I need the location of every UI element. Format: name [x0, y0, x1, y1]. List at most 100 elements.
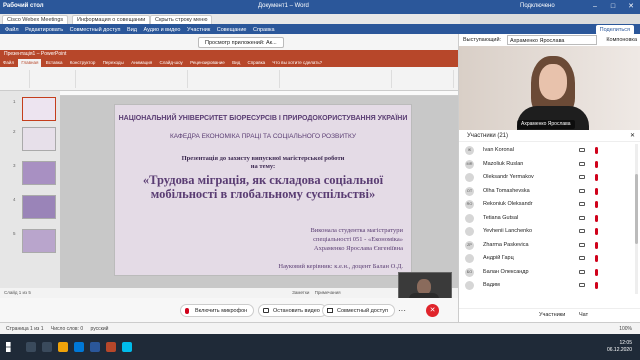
notes-button[interactable]: Заметки — [292, 290, 309, 295]
shared-powerpoint: Презентація1 – PowerPoint Файл Главная В… — [0, 50, 458, 298]
ribbon-group-paragraph[interactable] — [190, 70, 280, 88]
ppt-tab-view[interactable]: Вид — [229, 59, 243, 67]
end-meeting-button[interactable]: ✕ — [426, 304, 439, 317]
close-icon[interactable]: ✕ — [630, 130, 635, 142]
search-icon[interactable] — [26, 342, 36, 352]
avatar: БО — [465, 267, 474, 277]
avatar — [465, 173, 474, 182]
word-status-bar: Страница 1 из 1 Число слов: 0 русский 10… — [0, 322, 640, 334]
app-name: Рабочий стол — [3, 3, 44, 9]
powerpoint-icon[interactable] — [106, 342, 116, 352]
layout-button[interactable]: Компоновка — [606, 34, 637, 46]
slide-thumb[interactable] — [22, 161, 56, 185]
camera-icon — [579, 269, 585, 274]
ppt-title-bar: Презентація1 – PowerPoint — [0, 50, 458, 59]
ppt-tab-design[interactable]: Конструктор — [67, 59, 99, 67]
muted-microphone-icon — [595, 255, 598, 262]
edge-icon[interactable] — [74, 342, 84, 352]
current-slide[interactable]: НАЦІОНАЛЬНИЙ УНІВЕРСИТЕТ БІОРЕСУРСІВ І П… — [114, 104, 412, 276]
webex-side-panel: Выступающий: Ахраменко Ярослава Компонов… — [458, 34, 640, 322]
participant-name: Mazoliuk Ruslan — [483, 160, 524, 167]
ppt-tell-me[interactable]: Что вы хотите сделать? — [269, 59, 325, 67]
ribbon-group-clipboard[interactable] — [2, 70, 30, 88]
camera-icon — [579, 283, 585, 287]
ppt-tab-insert[interactable]: Вставка — [43, 59, 66, 67]
participant-name: Zharma Paskevica — [483, 241, 529, 248]
speaker-name-tag: Ахраменко Ярослава — [517, 120, 575, 129]
ribbon-group-font[interactable] — [78, 70, 188, 88]
ribbon-group-slides[interactable] — [32, 70, 76, 88]
windows-start-icon[interactable] — [6, 342, 11, 352]
webex-icon[interactable] — [122, 342, 132, 352]
ppt-status-bar: Слайд 1 из 5 Заметки Примечания — [0, 288, 458, 298]
slide-thumbnails: 1 2 3 4 5 — [0, 91, 60, 291]
word-icon[interactable] — [90, 342, 100, 352]
speaker-video[interactable]: Ахраменко Ярослава — [459, 46, 640, 130]
ppt-tab-review[interactable]: Рецензирование — [187, 59, 228, 67]
slide-thumb[interactable] — [22, 229, 56, 253]
tab-cisco-webex[interactable]: Cisco Webex Meetings — [2, 15, 69, 24]
document-title: Документ1 – Word — [258, 3, 309, 9]
ppt-tab-file[interactable]: Файл — [0, 59, 17, 67]
participant-row[interactable]: RO Rekoniuk Oleksandr — [459, 198, 639, 211]
tab-meeting-info[interactable]: Информация о совещании — [72, 15, 151, 24]
more-options-icon[interactable]: ··· — [398, 306, 406, 315]
chat-tab-button[interactable]: Чат — [579, 312, 588, 318]
participant-row[interactable]: MR Mazoliuk Ruslan — [459, 158, 639, 171]
clock[interactable]: 12:05 06.12.2020 — [607, 340, 632, 354]
maximize-icon[interactable]: □ — [604, 0, 622, 14]
muted-microphone-icon — [595, 241, 598, 249]
webex-menu-bar: Файл Редактировать Совместный доступ Вид… — [0, 24, 640, 35]
participant-row[interactable]: Вадим — [459, 279, 639, 292]
ribbon-group-editing[interactable] — [394, 70, 454, 88]
camera-icon — [579, 215, 585, 220]
ppt-tab-help[interactable]: Справка — [245, 59, 269, 67]
ppt-tab-transitions[interactable]: Переходы — [100, 59, 127, 67]
stop-video-button[interactable]: Остановить видео — [258, 304, 327, 317]
participant-scrollbar[interactable] — [635, 144, 638, 294]
ppt-ribbon — [0, 67, 458, 91]
connection-status: Подключено — [520, 3, 555, 9]
comments-button[interactable]: Примечания — [315, 290, 341, 295]
participant-name: Yevhenii Lanchenko — [483, 228, 533, 234]
file-explorer-icon[interactable] — [58, 342, 68, 352]
participant-row[interactable]: OT Olha Tomashevska — [459, 185, 639, 198]
avatar — [465, 254, 474, 263]
camera-icon — [579, 175, 585, 179]
muted-microphone-icon — [595, 214, 598, 222]
ppt-tab-home[interactable]: Главная — [18, 59, 42, 67]
microphone-icon — [185, 308, 189, 314]
avatar — [465, 281, 474, 290]
tab-hide-menu[interactable]: Скрыть строку меню — [150, 15, 213, 24]
mute-button[interactable]: Включить микрофон — [180, 304, 255, 317]
share-content-button[interactable]: Совместный доступ — [322, 304, 395, 317]
participant-row[interactable]: БО Балан Олександр — [459, 266, 639, 279]
participant-row[interactable]: Tetiana Gutsal — [459, 212, 639, 225]
close-icon[interactable]: ✕ — [622, 0, 640, 14]
view-application-button[interactable]: Просмотр приложений: Ак... — [198, 37, 284, 48]
participant-row[interactable]: Oleksandr Yermakov — [459, 171, 639, 184]
language[interactable]: русский — [91, 326, 109, 332]
avatar: OT — [465, 186, 474, 196]
task-view-icon[interactable] — [42, 342, 52, 352]
slide-author-line-1: Виконала студентка магістратури — [310, 227, 403, 234]
speaker-select[interactable]: Ахраменко Ярослава — [507, 35, 597, 45]
avatar: MR — [465, 159, 474, 169]
slide-thumb[interactable] — [22, 97, 56, 121]
slide-department: КАФЕДРА ЕКОНОМІКА ПРАЦІ ТА СОЦІАЛЬНОГО Р… — [170, 133, 356, 140]
ppt-tab-slideshow[interactable]: Слайд-шоу — [156, 59, 185, 67]
slide-author-name: Ахраменко Ярослава Євгеніївна — [313, 245, 403, 252]
participant-row[interactable]: Андрій Гарц — [459, 252, 639, 265]
participant-row[interactable]: Yevhenii Lanchenko — [459, 225, 639, 238]
participant-row[interactable]: IK Ivan Koronal — [459, 144, 639, 157]
slide-thumb[interactable] — [22, 127, 56, 151]
avatar: RO — [465, 200, 474, 209]
participants-tab-button[interactable]: Участники — [539, 312, 565, 318]
minimize-icon[interactable]: – — [586, 0, 604, 14]
participant-row[interactable]: ZP Zharma Paskevica — [459, 239, 639, 252]
slide-thumb[interactable] — [22, 195, 56, 219]
ribbon-group-drawing[interactable] — [282, 70, 392, 88]
ppt-tab-animation[interactable]: Анимация — [128, 59, 155, 67]
participant-name: Olha Tomashevska — [483, 187, 530, 194]
speaker-label: Выступающий: — [463, 37, 502, 43]
